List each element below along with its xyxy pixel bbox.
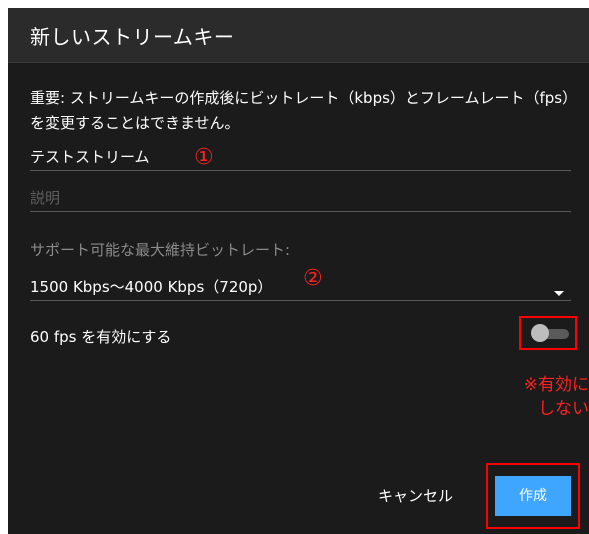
bitrate-select[interactable]: 1500 Kbps〜4000 Kbps（720p） (30, 276, 272, 297)
annotation-marker-1: ① (194, 145, 214, 170)
new-stream-key-dialog: 新しいストリームキー 重要: ストリームキーの作成後にビットレート（kbps）と… (8, 8, 589, 534)
fps-toggle-label: 60 fps を有効にする (30, 328, 172, 346)
annotation-marker-2: ② (303, 266, 323, 291)
dialog-header: 新しいストリームキー (8, 8, 589, 63)
dialog-title: 新しいストリームキー (30, 25, 235, 49)
description-underline (30, 211, 571, 212)
bitrate-label: サポート可能な最大維持ビットレート: (30, 241, 291, 259)
stream-name-input[interactable]: テストストリーム (30, 146, 150, 167)
cancel-button[interactable]: キャンセル (378, 485, 453, 506)
annotation-note-line1: ※有効に (523, 375, 589, 395)
important-notice: 重要: ストリームキーの作成後にビットレート（kbps）とフレームレート（fps… (30, 89, 570, 132)
fps-toggle-switch[interactable] (531, 324, 549, 342)
create-button[interactable]: 作成 (495, 476, 571, 516)
toggle-annotation-box (519, 316, 577, 350)
annotation-note-line2: しない (538, 399, 589, 419)
stream-name-underline (30, 170, 571, 171)
description-input[interactable]: 説明 (30, 187, 60, 208)
caret-down-icon[interactable] (554, 291, 564, 296)
bitrate-underline (30, 300, 571, 301)
create-annotation-box: 作成 (486, 463, 580, 529)
